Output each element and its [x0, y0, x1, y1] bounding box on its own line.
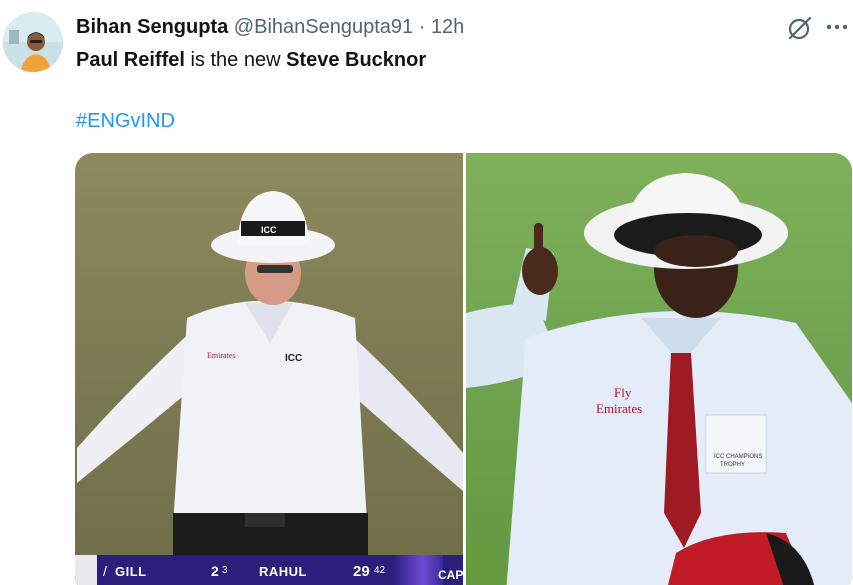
batter1-balls: 3 — [222, 565, 228, 576]
umpire-left-illustration: ICC Emirates ICC — [77, 191, 463, 563]
avatar[interactable] — [3, 12, 63, 72]
left-sponsor: Emirates — [207, 351, 235, 360]
scorebar-accent — [75, 555, 97, 585]
strike-icon: / — [103, 563, 107, 579]
batter1-runs: 2 — [211, 563, 219, 579]
batter2-name: RAHUL — [259, 564, 307, 579]
tweet-text-middle: is the new — [184, 49, 287, 71]
right-sponsor-line1: Fly — [614, 385, 632, 400]
more-options-icon[interactable] — [822, 12, 852, 42]
left-shirt-logo: ICC — [285, 353, 302, 364]
umpire-right-illustration: Fly Emirates ICC CHAMPIONS TROPHY — [466, 173, 852, 585]
batter1-name: GILL — [115, 564, 147, 579]
batter2-balls: 42 — [374, 565, 386, 576]
photo-right[interactable]: Fly Emirates ICC CHAMPIONS TROPHY — [466, 153, 852, 585]
author-name[interactable]: Bihan Sengupta — [76, 16, 228, 38]
photo-left[interactable]: ICC Emirates ICC / GILL 2 3 RAHUL 29 42 … — [75, 153, 463, 585]
grok-icon[interactable] — [785, 13, 815, 43]
right-sponsor-line2: Emirates — [596, 401, 642, 416]
badge-line1: ICC CHAMPIONS — [714, 454, 762, 460]
batter2-runs: 29 — [353, 563, 370, 580]
avatar-photo — [3, 12, 63, 72]
hashtag-link[interactable]: #ENGvIND — [76, 108, 175, 134]
scorebar-overflow: CAP — [438, 568, 463, 582]
scorebar-glow — [393, 555, 443, 585]
timestamp[interactable]: 12h — [431, 16, 464, 38]
tweet-text: Paul Reiffel is the new Steve Bucknor — [76, 47, 426, 73]
tweet-media[interactable]: ICC Emirates ICC / GILL 2 3 RAHUL 29 42 … — [75, 153, 852, 585]
cap-logo: ICC — [261, 225, 277, 235]
separator-dot: · — [418, 16, 426, 38]
tweet-text-bold-1: Paul Reiffel — [76, 49, 185, 71]
author-handle[interactable]: @BihanSengupta91 — [234, 16, 413, 38]
tweet-header: Bihan Sengupta @BihanSengupta91 · 12h — [76, 14, 853, 40]
scorebar: / GILL 2 3 RAHUL 29 42 CAP — [75, 555, 463, 585]
badge-line2: TROPHY — [720, 462, 745, 468]
tweet-text-bold-2: Steve Bucknor — [286, 49, 427, 71]
